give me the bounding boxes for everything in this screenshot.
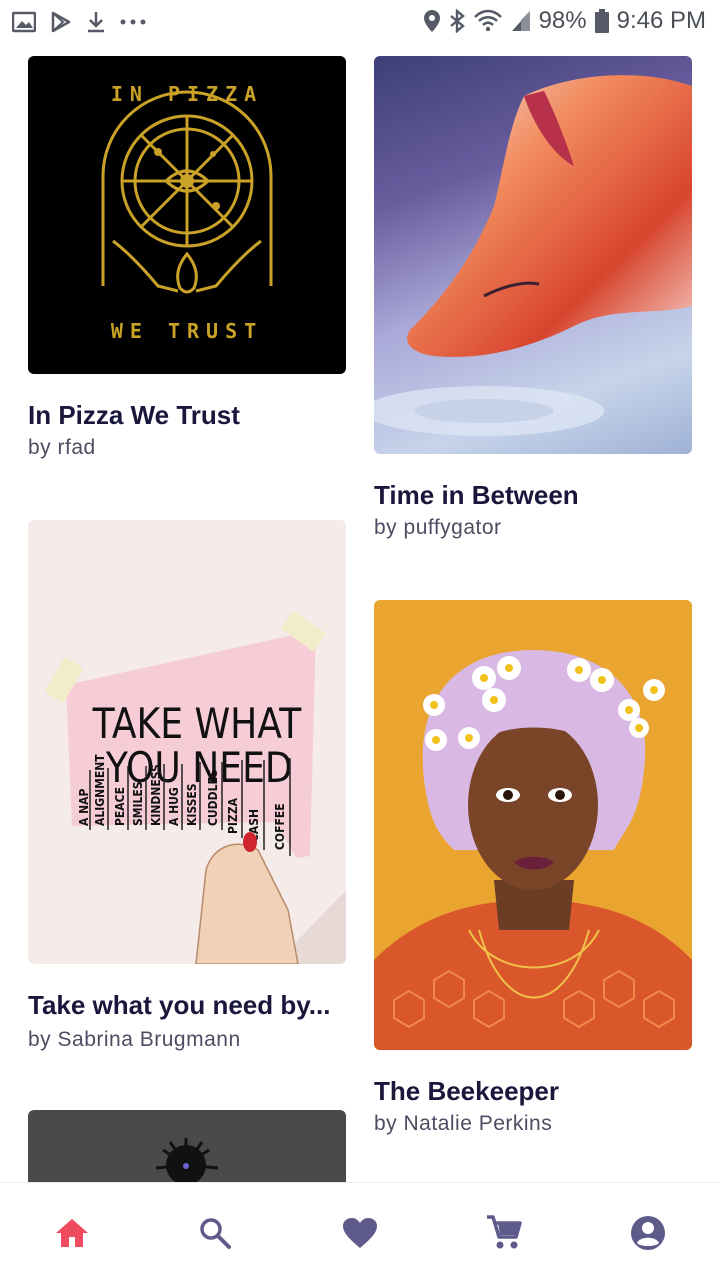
artwork-title[interactable]: In Pizza We Trust: [28, 400, 346, 431]
download-icon: [88, 12, 104, 33]
note-tab: PIZZA: [226, 797, 240, 834]
note-tab: CUDDLES: [206, 769, 220, 826]
artist-name[interactable]: by Natalie Perkins: [374, 1112, 692, 1136]
note-tab: A NAP: [77, 788, 91, 826]
note-tab: A HUG: [167, 787, 181, 826]
heart-icon: [343, 1218, 377, 1248]
battery-percent: 98%: [538, 7, 587, 34]
artwork-image[interactable]: [374, 56, 692, 454]
artwork-image[interactable]: [374, 600, 692, 1050]
search-icon: [200, 1218, 231, 1249]
nav-account[interactable]: [624, 1209, 672, 1257]
artwork-image[interactable]: IN PIZZA WE TRUST: [28, 56, 346, 374]
cart-icon: [487, 1215, 522, 1249]
nav-search[interactable]: [191, 1209, 239, 1257]
location-icon: [423, 10, 440, 32]
note-tab: ALIGNMENT: [93, 754, 107, 826]
artist-name[interactable]: by rfad: [28, 436, 346, 460]
note-tab: KINDNESS: [149, 764, 163, 826]
artwork-card[interactable]: The Beekeeper by Natalie Perkins: [374, 600, 692, 1140]
artwork-text-top: IN PIZZA: [111, 82, 263, 106]
nav-home[interactable]: [48, 1209, 96, 1257]
battery-icon: [594, 9, 609, 33]
wifi-icon: [473, 9, 502, 32]
artwork-title[interactable]: Time in Between: [374, 480, 692, 511]
artwork-image[interactable]: [28, 1110, 346, 1182]
artwork-title[interactable]: The Beekeeper: [374, 1076, 692, 1107]
note-headline-1: TAKE WHAT: [92, 700, 302, 748]
nav-cart[interactable]: [480, 1209, 528, 1257]
note-tab: KISSES: [185, 783, 199, 826]
bottom-nav: [0, 1182, 720, 1281]
artwork-title[interactable]: Take what you need by...: [28, 990, 346, 1021]
note-tab: COFFEE: [273, 803, 287, 850]
home-icon: [56, 1219, 88, 1247]
artwork-card[interactable]: Time in Between by puffygator: [374, 56, 692, 546]
artwork-card[interactable]: TAKE WHAT YOU NEED A NAP ALIGNMENT PEACE…: [28, 520, 346, 1060]
artwork-image[interactable]: TAKE WHAT YOU NEED A NAP ALIGNMENT PEACE…: [28, 520, 346, 964]
nav-favorites[interactable]: [336, 1209, 384, 1257]
play-store-icon: [51, 11, 71, 33]
status-bar: 98% 9:46 PM: [0, 0, 720, 44]
signal-icon: [511, 11, 530, 31]
artwork-text-bottom: WE TRUST: [111, 319, 263, 343]
more-dots-icon: [120, 19, 146, 25]
note-tab: SMILES: [131, 781, 145, 826]
gallery-icon: [12, 11, 36, 33]
artwork-card[interactable]: IN PIZZA WE TRUST In Pizza We Trust by r…: [28, 56, 346, 466]
artwork-card[interactable]: [28, 1110, 346, 1182]
artist-name[interactable]: by puffygator: [374, 516, 692, 540]
clock: 9:46 PM: [616, 7, 706, 34]
note-tab: PEACE: [113, 787, 127, 826]
artist-name[interactable]: by Sabrina Brugmann: [28, 1028, 346, 1052]
account-icon: [631, 1216, 665, 1250]
bluetooth-icon: [449, 9, 465, 33]
